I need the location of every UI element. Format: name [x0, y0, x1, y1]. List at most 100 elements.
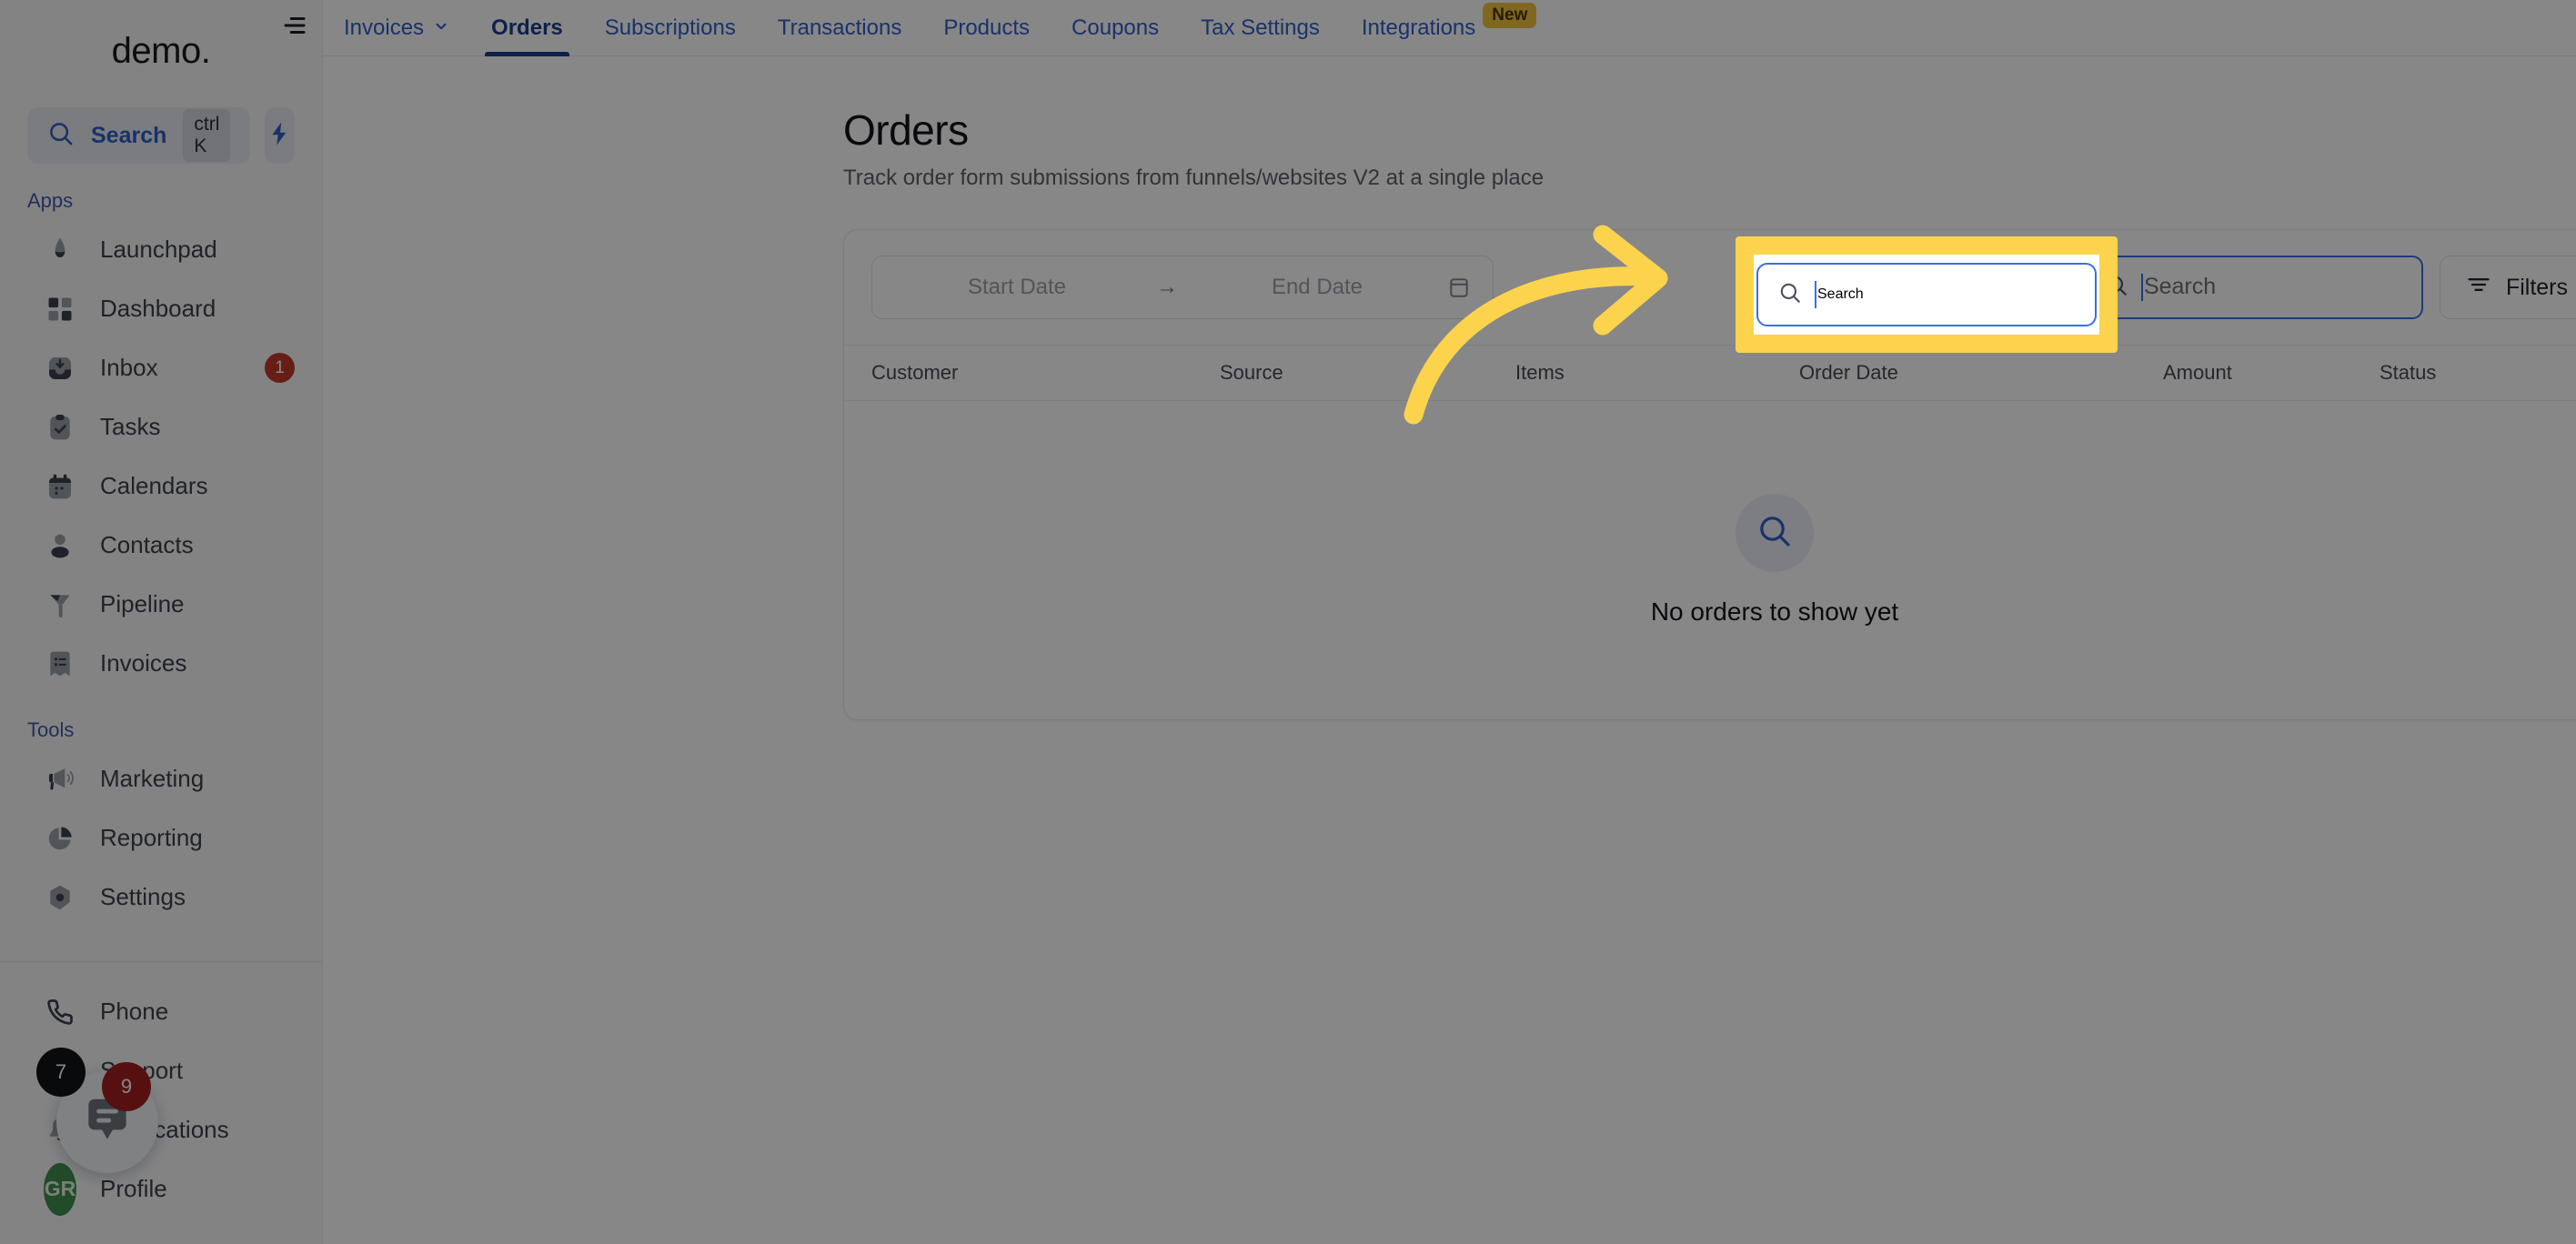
page-header: Orders Track order form submissions from…: [323, 105, 2576, 191]
filters-button[interactable]: Filters: [2439, 256, 2576, 319]
tab-label: Subscriptions: [604, 15, 736, 40]
sidebar-bottom-section: Phone Support Notifications GR: [0, 961, 322, 1244]
phone-icon: [44, 996, 76, 1028]
chat-widget-badge-secondary: 7: [36, 1048, 86, 1097]
tab-label: Orders: [491, 15, 563, 40]
sidebar-item-invoices[interactable]: Invoices: [0, 634, 322, 693]
end-date-input[interactable]: End Date: [1194, 275, 1440, 300]
tab-orders[interactable]: Orders: [470, 0, 584, 56]
search-icon: [47, 120, 75, 152]
module-tabbar: Invoices Orders Subscriptions Transactio…: [284, 0, 2576, 56]
orders-empty-state: No orders to show yet: [844, 401, 2576, 719]
highlight-inner-surface: Search: [1754, 255, 2099, 335]
sidebar-item-label: Dashboard: [100, 295, 216, 322]
chevron-down-icon: [433, 15, 449, 41]
sidebar-group-label-apps: Apps: [27, 189, 74, 212]
search-placeholder: Search: [2140, 273, 2217, 302]
global-search-label: Search: [91, 122, 167, 148]
sidebar-nav-apps: Launchpad Dashboard Inbox 1 Tasks Calend…: [0, 220, 322, 693]
column-header-items[interactable]: Items: [1515, 361, 1799, 385]
sidebar-item-label: Calendars: [100, 472, 208, 499]
sidebar-item-inbox[interactable]: Inbox 1: [0, 338, 322, 397]
sidebar-item-pipeline[interactable]: Pipeline: [0, 575, 322, 634]
sidebar-item-calendars[interactable]: Calendars: [0, 456, 322, 516]
sidebar-nav-tools: Marketing Reporting Settings: [0, 749, 322, 927]
search-placeholder-text: Search: [2143, 273, 2217, 299]
sidebar-item-label: Pipeline: [100, 590, 185, 617]
sidebar-item-marketing[interactable]: Marketing: [0, 749, 322, 808]
bolt-icon: [267, 120, 294, 152]
tab-coupons[interactable]: Coupons: [1051, 0, 1180, 56]
sidebar-item-notifications[interactable]: Notifications: [0, 1100, 322, 1159]
app-window: demo. Search ctrl K Apps Launchpad Dashb…: [0, 0, 2576, 1244]
main-area: Invoices Orders Subscriptions Transactio…: [284, 0, 2576, 1244]
orders-card: Start Date → End Date Search Filters Cus…: [843, 229, 2576, 720]
orders-toolbar-actions: Search Filters: [2082, 256, 2576, 319]
empty-state-message: No orders to show yet: [1650, 597, 1899, 626]
tab-integrations[interactable]: Integrations New: [1341, 0, 1562, 56]
sidebar-item-dashboard[interactable]: Dashboard: [0, 279, 322, 338]
tab-products[interactable]: Products: [922, 0, 1051, 56]
search-icon: [1778, 281, 1802, 309]
pie-chart-icon: [44, 822, 76, 855]
search-input[interactable]: Search: [2082, 256, 2423, 319]
sidebar-item-label: Tasks: [100, 413, 161, 440]
search-placeholder-text: Search: [1817, 286, 1864, 303]
tab-label: Invoices: [344, 15, 425, 40]
tab-label: Coupons: [1072, 15, 1160, 40]
clipboard-check-icon: [44, 411, 76, 444]
tab-transactions[interactable]: Transactions: [757, 0, 923, 56]
sidebar-item-settings[interactable]: Settings: [0, 868, 322, 927]
inbox-unread-badge: 1: [265, 353, 295, 383]
sidebar-item-contacts[interactable]: Contacts: [0, 516, 322, 575]
screenshot-root: demo. Search ctrl K Apps Launchpad Dashb…: [0, 0, 2576, 1244]
highlight-box: Search: [1736, 236, 2118, 353]
column-header-order-date[interactable]: Order Date: [1799, 361, 2163, 385]
column-header-source[interactable]: Source: [1220, 361, 1515, 385]
rocket-icon: [44, 234, 76, 266]
inbox-icon: [44, 352, 76, 385]
start-date-input[interactable]: Start Date: [894, 275, 1140, 300]
person-icon: [44, 529, 76, 562]
brand-name: demo: [111, 30, 202, 71]
global-search-button[interactable]: Search ctrl K: [27, 107, 251, 164]
column-header-customer[interactable]: Customer: [871, 361, 1220, 385]
tab-label: Transactions: [777, 15, 902, 40]
sidebar-toggle-button[interactable]: [267, 0, 323, 56]
sidebar-item-label: Reporting: [100, 824, 203, 851]
text-caret: [2140, 274, 2143, 302]
funnel-icon: [44, 588, 76, 621]
sidebar-item-phone[interactable]: Phone: [0, 982, 322, 1041]
tab-label: Integrations: [1361, 15, 1476, 40]
orders-toolbar: Start Date → End Date Search Filters: [844, 230, 2576, 345]
sidebar-item-label: Inbox: [100, 354, 158, 381]
column-header-amount[interactable]: Amount: [2163, 361, 2380, 385]
tab-subscriptions[interactable]: Subscriptions: [584, 0, 757, 56]
megaphone-icon: [44, 763, 76, 796]
tab-new-badge: New: [1483, 2, 1537, 28]
sidebar-item-label: Contacts: [100, 531, 194, 558]
tab-label: Products: [943, 15, 1031, 40]
tab-invoices[interactable]: Invoices: [323, 0, 470, 56]
date-range-picker[interactable]: Start Date → End Date: [871, 256, 1494, 319]
sidebar-search-row: Search ctrl K: [0, 107, 322, 164]
sidebar-item-launchpad[interactable]: Launchpad: [0, 220, 322, 279]
sidebar-item-tasks[interactable]: Tasks: [0, 397, 322, 456]
sidebar-item-profile[interactable]: GR Profile: [0, 1159, 322, 1219]
page-content: Orders Track order form submissions from…: [323, 56, 2576, 1244]
sidebar-item-label: Profile: [100, 1175, 167, 1202]
column-header-status[interactable]: Status: [2380, 361, 2576, 385]
quick-action-button[interactable]: [265, 107, 295, 164]
text-caret: [1815, 281, 1816, 308]
page-subtitle: Track order form submissions from funnel…: [843, 166, 1545, 190]
sidebar-item-reporting[interactable]: Reporting: [0, 808, 322, 868]
invoice-icon: [44, 647, 76, 680]
search-input-highlighted[interactable]: Search: [1756, 263, 2097, 326]
search-shortcut-key: ctrl K: [183, 109, 231, 162]
tab-tax-settings[interactable]: Tax Settings: [1180, 0, 1341, 56]
grid-icon: [44, 293, 76, 326]
calendar-icon: [44, 470, 76, 503]
search-icon: [1756, 513, 1793, 554]
gear-icon: [44, 881, 76, 914]
